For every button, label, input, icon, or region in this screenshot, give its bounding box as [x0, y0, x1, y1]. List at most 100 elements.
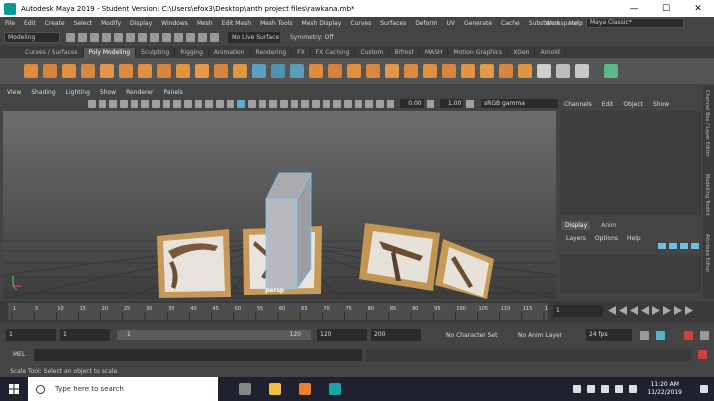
- resolution-gate-icon[interactable]: [173, 99, 182, 108]
- shadows-icon[interactable]: [290, 99, 299, 108]
- snap-curve-icon[interactable]: [174, 33, 183, 42]
- workspace-dropdown[interactable]: Maya Classic*: [586, 18, 684, 28]
- people-icon[interactable]: [573, 385, 582, 393]
- menu-file[interactable]: File: [5, 20, 15, 27]
- menu-mesh-display[interactable]: Mesh Display: [302, 20, 342, 27]
- shelf-tab-rigging[interactable]: Rigging: [175, 48, 209, 58]
- poly-disc-icon[interactable]: [138, 64, 152, 78]
- shelf-tab-sculpting[interactable]: Sculpting: [136, 48, 176, 58]
- undo-icon[interactable]: [102, 33, 111, 42]
- layer-menu-options[interactable]: Options: [595, 235, 618, 242]
- gamma-icon[interactable]: [426, 99, 435, 108]
- channel-box-menu-channels[interactable]: Channels: [564, 101, 592, 108]
- live-surface-field[interactable]: No Live Surface: [228, 32, 280, 43]
- poly-cone-icon[interactable]: [81, 64, 95, 78]
- viewport-menu-view[interactable]: View: [7, 89, 21, 96]
- boolean-intersection-icon[interactable]: [347, 64, 361, 78]
- bookmark-icon[interactable]: [109, 99, 118, 108]
- use-all-lights-icon[interactable]: [280, 99, 288, 108]
- menu-windows[interactable]: Windows: [161, 20, 188, 27]
- move-layer-down-icon[interactable]: [669, 243, 677, 249]
- menu-generate[interactable]: Generate: [464, 20, 492, 27]
- start-button[interactable]: [0, 377, 28, 401]
- loop-icon[interactable]: [640, 331, 649, 340]
- maya-taskbar-icon[interactable]: [329, 383, 341, 395]
- layer-menu-layers[interactable]: Layers: [566, 235, 586, 242]
- mirror-icon[interactable]: [366, 64, 380, 78]
- playback-end-field[interactable]: 120: [317, 329, 367, 341]
- color-space-dropdown[interactable]: sRGB gamma: [481, 99, 558, 108]
- range-slider[interactable]: 1 120: [117, 330, 311, 340]
- photo-plane-1[interactable]: [157, 229, 231, 298]
- selected-mesh-object[interactable]: [265, 172, 312, 291]
- isolate-select-icon[interactable]: [344, 99, 352, 108]
- fps-dropdown[interactable]: 24 fps: [586, 329, 632, 341]
- task-view-icon[interactable]: [239, 383, 251, 395]
- extrude-icon[interactable]: [385, 64, 399, 78]
- go-to-start-icon[interactable]: [608, 306, 616, 315]
- character-set-dropdown[interactable]: No Character Set: [446, 332, 497, 339]
- viewport-menu-show[interactable]: Show: [100, 89, 116, 96]
- xray-active-icon[interactable]: [365, 99, 374, 108]
- boolean-union-icon[interactable]: [309, 64, 323, 78]
- automatic-map-icon[interactable]: [575, 64, 589, 78]
- grid-icon[interactable]: [152, 99, 160, 108]
- wireframe-on-shaded-icon[interactable]: [258, 99, 267, 108]
- smooth-shade-icon[interactable]: [237, 99, 246, 108]
- viewport-menu-lighting[interactable]: Lighting: [66, 89, 90, 96]
- snap-grid-icon[interactable]: [162, 33, 171, 42]
- new-scene-icon[interactable]: [66, 33, 75, 42]
- menu-curves[interactable]: Curves: [350, 20, 371, 27]
- shelf-tab-mash[interactable]: MASH: [419, 48, 449, 58]
- menu-modify[interactable]: Modify: [101, 20, 121, 27]
- tab-anim[interactable]: Anim: [598, 221, 619, 230]
- move-layer-up-icon[interactable]: [658, 243, 666, 249]
- menu-edit[interactable]: Edit: [24, 20, 36, 27]
- safe-title-icon[interactable]: [216, 99, 224, 108]
- 2d-pan-zoom-icon[interactable]: [130, 99, 139, 108]
- camera-attributes-icon[interactable]: [98, 99, 107, 108]
- film-gate-icon[interactable]: [162, 99, 171, 108]
- menu-display[interactable]: Display: [130, 20, 152, 27]
- xray-joints-icon[interactable]: [376, 99, 384, 108]
- motion-blur-icon[interactable]: [312, 99, 320, 108]
- gamma-field[interactable]: 1.00: [440, 99, 464, 108]
- wifi-icon[interactable]: [615, 385, 624, 393]
- menu-deform[interactable]: Deform: [415, 20, 437, 27]
- time-ruler[interactable]: 1 5 10 15 20 25 30 35 40 45 50 55 60 65 70 75 80 85 90 95 10…: [8, 303, 555, 320]
- symmetry-dropdown[interactable]: Symmetry: Off: [290, 34, 333, 41]
- battery-icon[interactable]: [601, 385, 610, 393]
- quad-draw-icon[interactable]: [518, 64, 532, 78]
- taskbar-search[interactable]: Type here to search: [28, 377, 218, 401]
- play-backwards-icon[interactable]: [641, 306, 649, 315]
- channel-box-menu-edit[interactable]: Edit: [602, 101, 614, 108]
- menu-mesh-tools[interactable]: Mesh Tools: [260, 20, 292, 27]
- current-frame-field[interactable]: 1: [553, 305, 603, 317]
- viewport-menu-shading[interactable]: Shading: [31, 89, 55, 96]
- animation-prefs-icon[interactable]: [700, 331, 709, 340]
- combine-icon[interactable]: [252, 64, 266, 78]
- safe-action-icon[interactable]: [205, 99, 214, 108]
- platonic-solid-icon[interactable]: [157, 64, 171, 78]
- step-forward-key-icon[interactable]: [674, 306, 682, 315]
- fill-hole-icon[interactable]: [461, 64, 475, 78]
- xray-icon[interactable]: [354, 99, 363, 108]
- photo-plane-3[interactable]: [359, 223, 440, 291]
- menu-set-dropdown[interactable]: Modeling: [4, 32, 60, 43]
- menu-edit-mesh[interactable]: Edit Mesh: [222, 20, 251, 27]
- gate-mask-icon[interactable]: [184, 99, 192, 108]
- poly-plane-icon[interactable]: [119, 64, 133, 78]
- wireframe-icon[interactable]: [226, 99, 235, 108]
- shelf-tab-animation[interactable]: Animation: [208, 48, 251, 58]
- clock[interactable]: 11:20 AM 11/22/2019: [647, 381, 682, 397]
- play-forwards-icon[interactable]: [652, 306, 660, 315]
- mel-label[interactable]: MEL: [13, 351, 25, 358]
- poly-sphere-icon[interactable]: [24, 64, 38, 78]
- textured-icon[interactable]: [269, 99, 278, 108]
- multi-cut-icon[interactable]: [480, 64, 494, 78]
- ipr-render-icon[interactable]: [210, 33, 219, 42]
- side-tab-modelling-toolkit[interactable]: Modelling Toolkit: [704, 174, 710, 216]
- target-weld-icon[interactable]: [499, 64, 513, 78]
- file-explorer-icon[interactable]: [269, 383, 281, 395]
- type-text-icon[interactable]: [214, 64, 228, 78]
